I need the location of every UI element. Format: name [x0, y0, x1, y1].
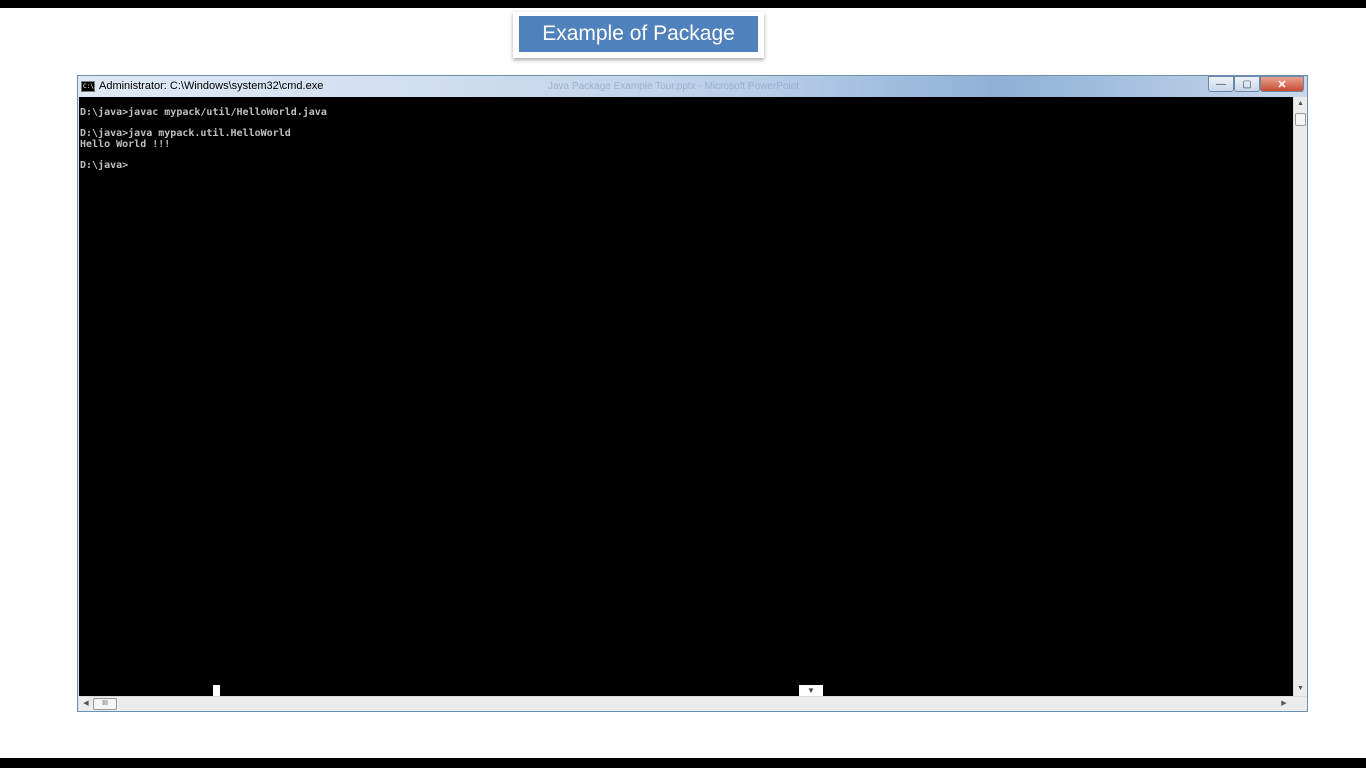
close-button[interactable]: ✕: [1260, 76, 1304, 92]
chevron-down-icon: ▼: [807, 686, 815, 695]
console-prompt: D:\java>: [80, 159, 129, 171]
top-black-bar: [0, 0, 1366, 8]
scroll-right-icon[interactable]: ▶: [1277, 697, 1291, 711]
console-output[interactable]: D:\java>javac mypack/util/HelloWorld.jav…: [79, 97, 1293, 696]
bottom-black-bar: [0, 758, 1366, 768]
console-line: Hello World !!!: [80, 138, 171, 150]
minimize-button[interactable]: —: [1208, 76, 1234, 92]
window-title: Administrator: C:\Windows\system32\cmd.e…: [99, 80, 324, 92]
console-line: D:\java>javac mypack/util/HelloWorld.jav…: [80, 107, 327, 118]
cmd-window: C:\ Administrator: C:\Windows\system32\c…: [77, 75, 1308, 712]
console-line: D:\java>java mypack.util.HelloWorld: [80, 128, 291, 139]
slide-title-box: Example of Package: [513, 12, 764, 58]
horizontal-scrollbar[interactable]: ◀ III ▶: [79, 696, 1307, 711]
background-window-title: Java Package Example Tour.pptx - Microso…: [548, 81, 800, 92]
horizontal-scroll-thumb[interactable]: III: [93, 698, 117, 710]
maximize-button[interactable]: ▢: [1234, 76, 1260, 92]
minimize-icon: —: [1216, 78, 1226, 90]
vertical-scroll-thumb[interactable]: [1295, 113, 1306, 126]
scroll-up-icon[interactable]: ▲: [1294, 97, 1307, 111]
caption-buttons: — ▢ ✕: [1208, 76, 1304, 92]
window-titlebar[interactable]: C:\ Administrator: C:\Windows\system32\c…: [78, 76, 1307, 97]
scroll-down-icon[interactable]: ▼: [1294, 682, 1307, 696]
close-icon: ✕: [1277, 78, 1287, 91]
scroll-left-icon[interactable]: ◀: [79, 697, 93, 711]
vertical-scrollbar[interactable]: ▲ ▼: [1293, 97, 1307, 696]
maximize-icon: ▢: [1242, 78, 1252, 90]
render-artifact: [213, 685, 220, 696]
render-artifact-arrow: ▼: [799, 685, 823, 696]
cmd-icon[interactable]: C:\: [81, 81, 95, 92]
slide-title: Example of Package: [519, 16, 758, 52]
console-lines: D:\java>javac mypack/util/HelloWorld.jav…: [80, 107, 327, 171]
